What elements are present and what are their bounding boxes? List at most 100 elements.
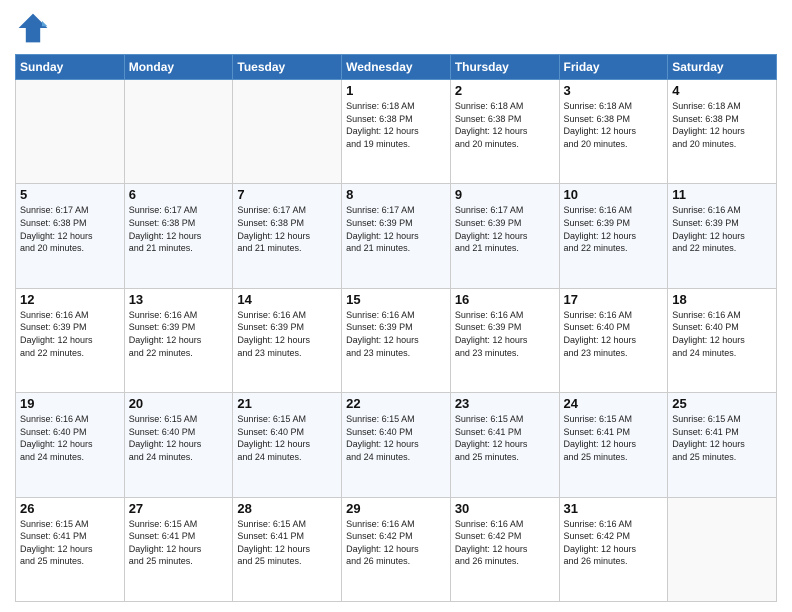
day-number: 15	[346, 292, 446, 307]
day-info: Sunrise: 6:16 AM Sunset: 6:39 PM Dayligh…	[346, 309, 446, 359]
day-info: Sunrise: 6:16 AM Sunset: 6:40 PM Dayligh…	[564, 309, 664, 359]
day-number: 1	[346, 83, 446, 98]
day-number: 25	[672, 396, 772, 411]
page: SundayMondayTuesdayWednesdayThursdayFrid…	[0, 0, 792, 612]
day-info: Sunrise: 6:15 AM Sunset: 6:40 PM Dayligh…	[237, 413, 337, 463]
day-number: 30	[455, 501, 555, 516]
day-info: Sunrise: 6:15 AM Sunset: 6:41 PM Dayligh…	[564, 413, 664, 463]
day-info: Sunrise: 6:16 AM Sunset: 6:42 PM Dayligh…	[564, 518, 664, 568]
calendar-cell: 13 Sunrise: 6:16 AM Sunset: 6:39 PM Dayli…	[124, 288, 233, 392]
col-header-saturday: Saturday	[668, 55, 777, 80]
calendar-cell: 5 Sunrise: 6:17 AM Sunset: 6:38 PM Daylig…	[16, 184, 125, 288]
day-number: 10	[564, 187, 664, 202]
day-number: 4	[672, 83, 772, 98]
col-header-monday: Monday	[124, 55, 233, 80]
day-info: Sunrise: 6:17 AM Sunset: 6:38 PM Dayligh…	[237, 204, 337, 254]
calendar-cell: 15 Sunrise: 6:16 AM Sunset: 6:39 PM Dayli…	[342, 288, 451, 392]
day-info: Sunrise: 6:16 AM Sunset: 6:40 PM Dayligh…	[20, 413, 120, 463]
col-header-friday: Friday	[559, 55, 668, 80]
calendar-cell: 23 Sunrise: 6:15 AM Sunset: 6:41 PM Dayli…	[450, 393, 559, 497]
calendar-cell: 26 Sunrise: 6:15 AM Sunset: 6:41 PM Dayli…	[16, 497, 125, 601]
calendar-cell: 3 Sunrise: 6:18 AM Sunset: 6:38 PM Daylig…	[559, 80, 668, 184]
day-number: 24	[564, 396, 664, 411]
day-number: 31	[564, 501, 664, 516]
day-number: 3	[564, 83, 664, 98]
day-info: Sunrise: 6:16 AM Sunset: 6:39 PM Dayligh…	[455, 309, 555, 359]
calendar-cell: 7 Sunrise: 6:17 AM Sunset: 6:38 PM Daylig…	[233, 184, 342, 288]
day-info: Sunrise: 6:15 AM Sunset: 6:41 PM Dayligh…	[455, 413, 555, 463]
calendar-cell	[233, 80, 342, 184]
day-number: 2	[455, 83, 555, 98]
day-info: Sunrise: 6:18 AM Sunset: 6:38 PM Dayligh…	[564, 100, 664, 150]
header	[15, 10, 777, 46]
day-info: Sunrise: 6:15 AM Sunset: 6:40 PM Dayligh…	[129, 413, 229, 463]
calendar-cell	[16, 80, 125, 184]
calendar-cell: 10 Sunrise: 6:16 AM Sunset: 6:39 PM Dayli…	[559, 184, 668, 288]
day-number: 13	[129, 292, 229, 307]
calendar-week-0: 1 Sunrise: 6:18 AM Sunset: 6:38 PM Daylig…	[16, 80, 777, 184]
day-info: Sunrise: 6:17 AM Sunset: 6:38 PM Dayligh…	[129, 204, 229, 254]
day-number: 7	[237, 187, 337, 202]
calendar-cell: 28 Sunrise: 6:15 AM Sunset: 6:41 PM Dayli…	[233, 497, 342, 601]
day-number: 6	[129, 187, 229, 202]
calendar-week-4: 26 Sunrise: 6:15 AM Sunset: 6:41 PM Dayli…	[16, 497, 777, 601]
calendar-cell: 18Sunrise: 6:16 AM Sunset: 6:40 PM Dayli…	[668, 288, 777, 392]
calendar-cell: 1 Sunrise: 6:18 AM Sunset: 6:38 PM Daylig…	[342, 80, 451, 184]
day-info: Sunrise: 6:16 AM Sunset: 6:39 PM Dayligh…	[20, 309, 120, 359]
calendar-cell: 6 Sunrise: 6:17 AM Sunset: 6:38 PM Daylig…	[124, 184, 233, 288]
day-number: 23	[455, 396, 555, 411]
day-number: 16	[455, 292, 555, 307]
day-info: Sunrise: 6:15 AM Sunset: 6:41 PM Dayligh…	[20, 518, 120, 568]
calendar-cell: 9 Sunrise: 6:17 AM Sunset: 6:39 PM Daylig…	[450, 184, 559, 288]
day-info: Sunrise: 6:17 AM Sunset: 6:39 PM Dayligh…	[455, 204, 555, 254]
calendar-week-1: 5 Sunrise: 6:17 AM Sunset: 6:38 PM Daylig…	[16, 184, 777, 288]
day-info: Sunrise: 6:15 AM Sunset: 6:41 PM Dayligh…	[237, 518, 337, 568]
calendar-cell: 31 Sunrise: 6:16 AM Sunset: 6:42 PM Dayli…	[559, 497, 668, 601]
day-info: Sunrise: 6:16 AM Sunset: 6:42 PM Dayligh…	[455, 518, 555, 568]
day-info: Sunrise: 6:15 AM Sunset: 6:41 PM Dayligh…	[672, 413, 772, 463]
day-info: Sunrise: 6:18 AM Sunset: 6:38 PM Dayligh…	[672, 100, 772, 150]
day-info: Sunrise: 6:17 AM Sunset: 6:38 PM Dayligh…	[20, 204, 120, 254]
day-info: Sunrise: 6:16 AM Sunset: 6:39 PM Dayligh…	[672, 204, 772, 254]
calendar-cell	[124, 80, 233, 184]
day-number: 5	[20, 187, 120, 202]
day-info: Sunrise: 6:16 AM Sunset: 6:42 PM Dayligh…	[346, 518, 446, 568]
calendar-cell: 14Sunrise: 6:16 AM Sunset: 6:39 PM Dayli…	[233, 288, 342, 392]
day-info: Sunrise: 6:16 AM Sunset: 6:39 PM Dayligh…	[129, 309, 229, 359]
day-info: Sunrise: 6:16 AM Sunset: 6:40 PM Dayligh…	[672, 309, 772, 359]
day-info: Sunrise: 6:18 AM Sunset: 6:38 PM Dayligh…	[346, 100, 446, 150]
day-number: 17	[564, 292, 664, 307]
calendar-cell: 2 Sunrise: 6:18 AM Sunset: 6:38 PM Daylig…	[450, 80, 559, 184]
calendar-cell: 24 Sunrise: 6:15 AM Sunset: 6:41 PM Dayli…	[559, 393, 668, 497]
day-number: 26	[20, 501, 120, 516]
col-header-tuesday: Tuesday	[233, 55, 342, 80]
logo-icon	[15, 10, 51, 46]
calendar-cell: 21 Sunrise: 6:15 AM Sunset: 6:40 PM Dayli…	[233, 393, 342, 497]
calendar-cell: 8Sunrise: 6:17 AM Sunset: 6:39 PM Daylig…	[342, 184, 451, 288]
calendar-cell: 20 Sunrise: 6:15 AM Sunset: 6:40 PM Dayli…	[124, 393, 233, 497]
calendar-header-row: SundayMondayTuesdayWednesdayThursdayFrid…	[16, 55, 777, 80]
day-info: Sunrise: 6:18 AM Sunset: 6:38 PM Dayligh…	[455, 100, 555, 150]
day-number: 11	[672, 187, 772, 202]
day-info: Sunrise: 6:15 AM Sunset: 6:40 PM Dayligh…	[346, 413, 446, 463]
calendar-cell: 19 Sunrise: 6:16 AM Sunset: 6:40 PM Dayli…	[16, 393, 125, 497]
col-header-thursday: Thursday	[450, 55, 559, 80]
day-number: 27	[129, 501, 229, 516]
calendar-cell: 12 Sunrise: 6:16 AM Sunset: 6:39 PM Dayli…	[16, 288, 125, 392]
day-number: 21	[237, 396, 337, 411]
day-number: 19	[20, 396, 120, 411]
day-info: Sunrise: 6:16 AM Sunset: 6:39 PM Dayligh…	[237, 309, 337, 359]
calendar-week-3: 19 Sunrise: 6:16 AM Sunset: 6:40 PM Dayli…	[16, 393, 777, 497]
logo	[15, 10, 55, 46]
day-number: 28	[237, 501, 337, 516]
day-info: Sunrise: 6:16 AM Sunset: 6:39 PM Dayligh…	[564, 204, 664, 254]
calendar-cell: 25 Sunrise: 6:15 AM Sunset: 6:41 PM Dayli…	[668, 393, 777, 497]
calendar-cell: 30 Sunrise: 6:16 AM Sunset: 6:42 PM Dayli…	[450, 497, 559, 601]
day-number: 9	[455, 187, 555, 202]
calendar-cell: 11 Sunrise: 6:16 AM Sunset: 6:39 PM Dayli…	[668, 184, 777, 288]
day-info: Sunrise: 6:17 AM Sunset: 6:39 PM Dayligh…	[346, 204, 446, 254]
calendar-cell: 27Sunrise: 6:15 AM Sunset: 6:41 PM Dayli…	[124, 497, 233, 601]
day-number: 20	[129, 396, 229, 411]
day-number: 12	[20, 292, 120, 307]
calendar-cell	[668, 497, 777, 601]
